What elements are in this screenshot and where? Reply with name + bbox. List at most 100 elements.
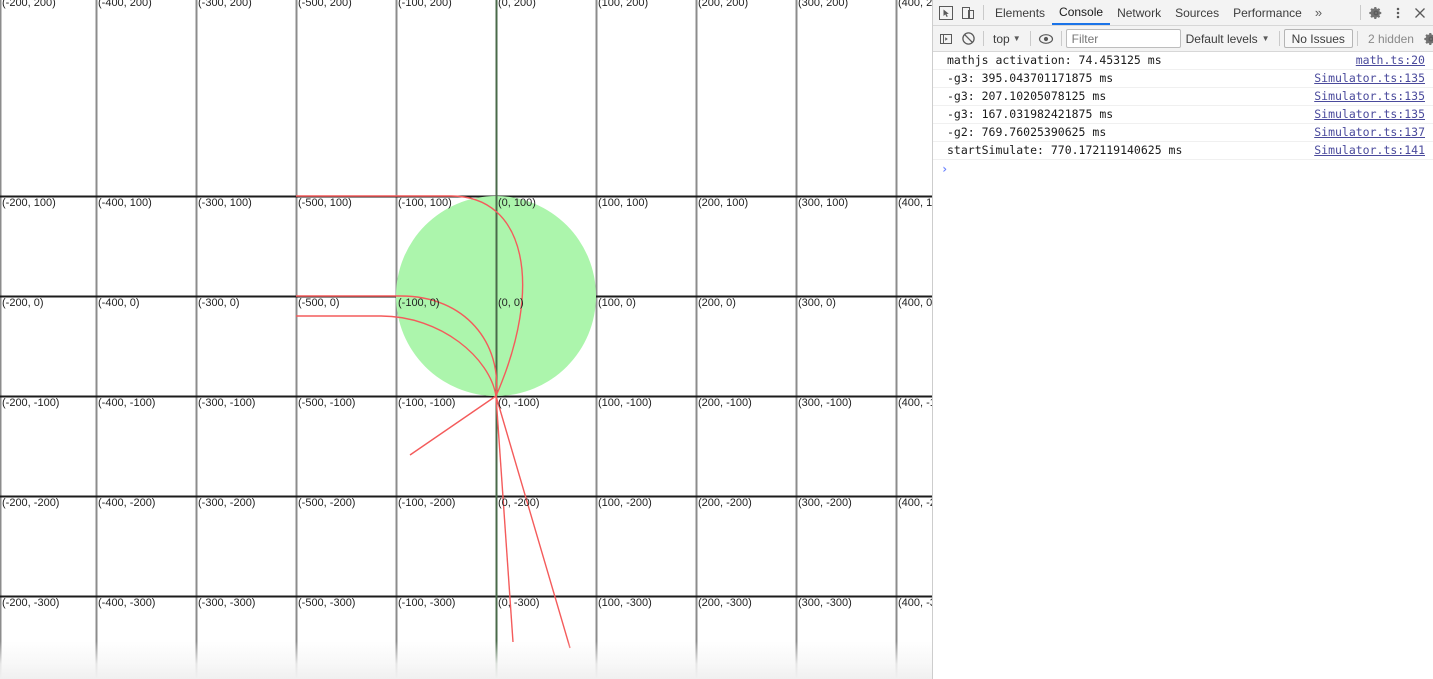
grid-coordinate-label: (300, 100) xyxy=(798,197,849,209)
console-message-source-link[interactable]: Simulator.ts:135 xyxy=(1314,107,1425,122)
grid-coordinate-label: (100, -100) xyxy=(598,397,652,409)
console-message-source-link[interactable]: Simulator.ts:137 xyxy=(1314,125,1425,140)
grid-coordinate-label: (-300, 100) xyxy=(198,197,252,209)
grid-coordinate-label: (0, -100) xyxy=(498,397,540,409)
prompt-caret-icon: › xyxy=(941,162,949,176)
simulation-canvas-pane[interactable]: (-200, 200) (-400, 200) (-300, 200) (-500, … xyxy=(0,0,932,679)
console-message-row[interactable]: -g3: 395.043701171875 ms Simulator.ts:135 xyxy=(933,70,1433,88)
console-toolbar-divider-4 xyxy=(1278,31,1280,46)
grid-coordinate-label: (-300, -100) xyxy=(198,397,256,409)
hidden-messages-count: 2 hidden xyxy=(1367,31,1414,46)
devtools-tabbar: Elements Console Network Sources Performance… xyxy=(933,0,1433,26)
grid-coordinate-label: (100, -200) xyxy=(598,497,652,509)
console-message-text: -g2: 769.76025390625 ms xyxy=(947,125,1107,139)
grid-coordinate-label: (300, 0) xyxy=(798,297,836,309)
grid-coordinate-label: (-200, -200) xyxy=(2,497,60,509)
close-icon[interactable] xyxy=(1409,2,1431,24)
console-message-source-link[interactable]: math.ts:20 xyxy=(1356,53,1425,68)
tab-network[interactable]: Network xyxy=(1110,0,1168,25)
console-toolbar-divider-2 xyxy=(1029,31,1031,46)
grid-coordinate-label: (-500, -300) xyxy=(298,597,356,609)
console-prompt-row[interactable]: › xyxy=(933,160,1433,181)
console-message-list[interactable]: mathjs activation: 74.453125 ms math.ts:2… xyxy=(933,52,1433,679)
grid-coordinate-label: (300, -200) xyxy=(798,497,852,509)
console-message-source-link[interactable]: Simulator.ts:135 xyxy=(1314,89,1425,104)
grid-coordinate-label: (0, 0) xyxy=(498,297,524,309)
console-message-source-link[interactable]: Simulator.ts:135 xyxy=(1314,71,1425,86)
console-message-text: -g3: 207.10205078125 ms xyxy=(947,89,1107,103)
grid-coordinate-label: (-500, 200) xyxy=(298,0,352,9)
console-message-source-link[interactable]: Simulator.ts:141 xyxy=(1314,143,1425,158)
grid-coordinate-label: (300, -100) xyxy=(798,397,852,409)
console-toolbar: top ▼ Default levels ▼ No Issues 2 hidde… xyxy=(933,26,1433,52)
grid-coordinate-label: (300, 200) xyxy=(798,0,849,9)
grid-coordinate-label: (-100, 100) xyxy=(398,197,452,209)
grid-coordinate-label: (-100, 200) xyxy=(398,0,452,9)
issues-button[interactable]: No Issues xyxy=(1283,29,1353,48)
grid-coordinate-label: (400, 200) xyxy=(898,0,932,9)
tabbar-divider-right xyxy=(1360,5,1361,20)
tab-performance[interactable]: Performance xyxy=(1226,0,1309,25)
grid-coordinate-label: (-500, 0) xyxy=(298,297,340,309)
console-message-text: mathjs activation: 74.453125 ms xyxy=(947,53,1162,67)
grid-coordinate-label: (-500, -200) xyxy=(298,497,356,509)
grid-coordinate-label: (-100, 0) xyxy=(398,297,440,309)
console-toolbar-divider-1 xyxy=(983,31,984,46)
live-expression-icon[interactable] xyxy=(1035,28,1057,50)
inspect-element-icon[interactable] xyxy=(935,2,957,24)
grid-coordinate-label: (-200, 0) xyxy=(2,297,44,309)
grid-coordinate-label: (-300, -200) xyxy=(198,497,256,509)
console-message-row[interactable]: -g3: 207.10205078125 ms Simulator.ts:135 xyxy=(933,88,1433,106)
grid-coordinate-label: (200, 100) xyxy=(698,197,749,209)
toolbar-divider xyxy=(983,5,984,20)
more-options-icon[interactable] xyxy=(1387,2,1409,24)
clear-console-icon[interactable] xyxy=(957,28,979,50)
console-message-text: -g3: 167.031982421875 ms xyxy=(947,107,1114,121)
grid-coordinate-label: (200, -100) xyxy=(698,397,752,409)
device-toolbar-icon[interactable] xyxy=(957,2,979,24)
grid-coordinate-label: (-200, -300) xyxy=(2,597,60,609)
grid-coordinate-label: (200, -300) xyxy=(698,597,752,609)
console-message-text: startSimulate: 770.172119140625 ms xyxy=(947,143,1183,157)
grid-coordinate-label: (-100, -200) xyxy=(398,497,456,509)
grid-coordinate-label: (-400, -100) xyxy=(98,397,156,409)
console-sidebar-icon[interactable] xyxy=(935,28,957,50)
grid-coordinate-label: (-200, -100) xyxy=(2,397,60,409)
grid-coordinate-label: (400, -300) xyxy=(898,597,932,609)
console-toolbar-divider-3 xyxy=(1060,31,1062,46)
tab-sources[interactable]: Sources xyxy=(1168,0,1226,25)
grid-coordinate-label: (400, 100) xyxy=(898,197,932,209)
app-root: (-200, 200) (-400, 200) (-300, 200) (-500, … xyxy=(0,0,1433,679)
console-message-row[interactable]: -g3: 167.031982421875 ms Simulator.ts:135 xyxy=(933,106,1433,124)
grid-coordinate-label: (400, -200) xyxy=(898,497,932,509)
grid-coordinate-label: (100, 200) xyxy=(598,0,649,9)
console-message-text: -g3: 395.043701171875 ms xyxy=(947,71,1114,85)
grid-coordinate-label: (-400, 0) xyxy=(98,297,140,309)
grid-coordinate-label: (200, 0) xyxy=(698,297,736,309)
grid-coordinate-label: (0, 100) xyxy=(498,197,536,209)
console-message-row[interactable]: startSimulate: 770.172119140625 ms Simula… xyxy=(933,142,1433,160)
log-levels-label: Default levels xyxy=(1185,31,1258,46)
gear-icon[interactable] xyxy=(1365,2,1387,24)
grid-coordinate-label: (-100, -300) xyxy=(398,597,456,609)
log-levels-selector[interactable]: Default levels ▼ xyxy=(1181,29,1275,49)
console-message-row[interactable]: -g2: 769.76025390625 ms Simulator.ts:137 xyxy=(933,124,1433,142)
grid-coordinate-label: (400, 0) xyxy=(898,297,932,309)
console-message-row[interactable]: mathjs activation: 74.453125 ms math.ts:2… xyxy=(933,52,1433,70)
grid-coordinate-label: (-300, -300) xyxy=(198,597,256,609)
grid-coordinate-label: (100, -300) xyxy=(598,597,652,609)
devtools-panel: Elements Console Network Sources Performance… xyxy=(932,0,1433,679)
chevron-down-icon: ▼ xyxy=(1012,33,1021,43)
more-tabs-button[interactable]: » xyxy=(1309,2,1328,24)
grid-coordinate-label: (-400, 200) xyxy=(98,0,152,9)
grid-coordinate-label: (400, -100) xyxy=(898,397,932,409)
filter-input[interactable] xyxy=(1065,29,1181,48)
grid-coordinate-label: (-400, -200) xyxy=(98,497,156,509)
tab-elements[interactable]: Elements xyxy=(988,0,1052,25)
execution-context-label: top xyxy=(993,31,1010,46)
grid-coordinate-label: (100, 0) xyxy=(598,297,636,309)
console-settings-gear-icon[interactable] xyxy=(1420,28,1433,50)
execution-context-selector[interactable]: top ▼ xyxy=(988,29,1026,49)
tab-console[interactable]: Console xyxy=(1052,0,1111,25)
grid-coordinate-label: (0, -200) xyxy=(498,497,540,509)
